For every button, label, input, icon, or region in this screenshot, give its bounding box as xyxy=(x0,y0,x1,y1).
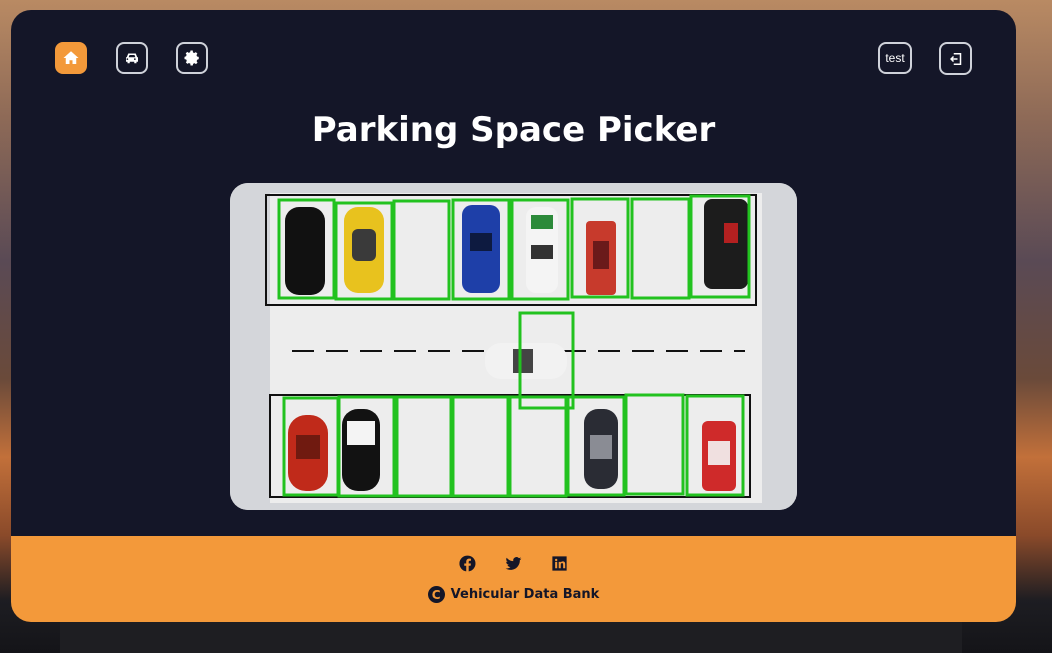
brand-name: Vehicular Data Bank xyxy=(450,587,600,602)
linkedin-link[interactable] xyxy=(550,553,570,573)
car-top-5 xyxy=(526,207,558,293)
twitter-link[interactable] xyxy=(504,553,524,573)
gear-icon xyxy=(184,50,199,66)
car-bottom-6 xyxy=(584,409,618,489)
car-top-6 xyxy=(586,221,616,295)
twitter-icon xyxy=(505,556,522,570)
social-links xyxy=(11,553,1016,573)
car-top-4 xyxy=(462,205,500,293)
parking-lot-diagram xyxy=(230,183,797,510)
linkedin-icon xyxy=(552,555,567,571)
logout-button[interactable] xyxy=(939,42,972,75)
settings-button[interactable] xyxy=(176,42,208,74)
car-top-2 xyxy=(344,207,384,293)
user-label: test xyxy=(885,51,905,65)
logout-icon xyxy=(949,52,961,65)
facebook-link[interactable] xyxy=(458,553,478,573)
copyright-icon: C xyxy=(427,586,445,603)
car-top-1 xyxy=(285,207,325,295)
car-bottom-1 xyxy=(288,415,328,491)
page-title: Parking Space Picker xyxy=(311,110,716,150)
footer: C Vehicular Data Bank xyxy=(11,536,1016,622)
cars-button[interactable] xyxy=(116,42,148,74)
facebook-icon xyxy=(459,555,476,571)
home-button[interactable] xyxy=(55,42,87,74)
car-moving xyxy=(485,343,567,379)
car-icon xyxy=(126,53,138,64)
parking-lot-image[interactable] xyxy=(230,183,797,510)
home-icon xyxy=(63,51,79,64)
car-bottom-8 xyxy=(702,421,736,491)
car-bottom-2 xyxy=(342,409,380,491)
car-top-8 xyxy=(704,199,748,289)
main-card: test Parking Space Picker C Vehicular Da… xyxy=(11,10,1016,622)
user-button[interactable]: test xyxy=(878,42,912,74)
copyright: C Vehicular Data Bank xyxy=(11,586,1016,603)
